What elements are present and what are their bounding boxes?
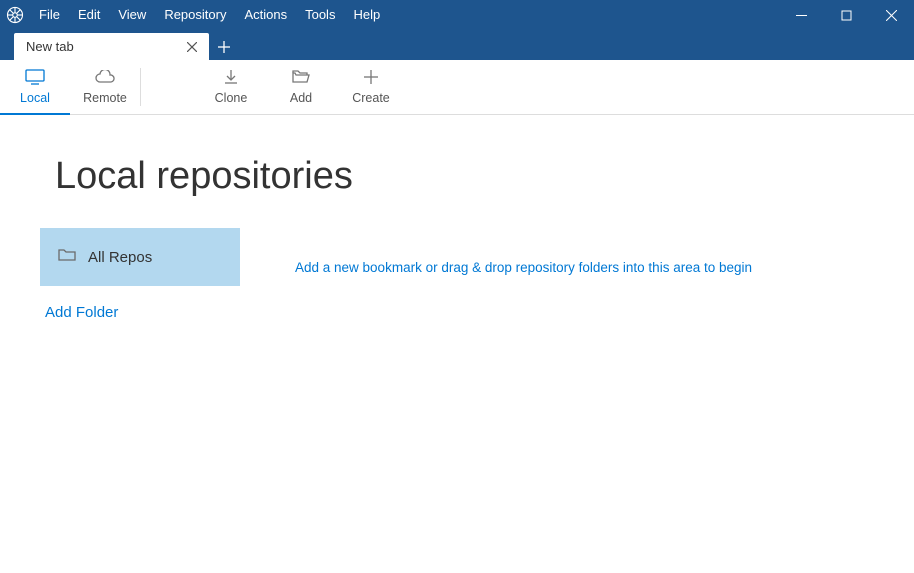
tab-label: New tab xyxy=(26,39,183,54)
window-controls xyxy=(779,0,914,30)
download-icon xyxy=(223,68,239,86)
tab-close-icon[interactable] xyxy=(183,38,201,56)
folder-open-icon xyxy=(292,68,310,86)
app-logo-icon xyxy=(0,0,30,30)
toolbar-clone-label: Clone xyxy=(215,91,248,105)
titlebar: File Edit View Repository Actions Tools … xyxy=(0,0,914,30)
cloud-icon xyxy=(94,68,116,86)
content-row: All Repos Add Folder Add a new bookmark … xyxy=(55,228,859,339)
menu-tools[interactable]: Tools xyxy=(296,0,344,30)
sidebar-item-all-repos[interactable]: All Repos xyxy=(40,228,240,286)
empty-hint: Add a new bookmark or drag & drop reposi… xyxy=(295,228,752,275)
toolbar-local-label: Local xyxy=(20,91,50,105)
maximize-button[interactable] xyxy=(824,0,869,30)
repo-sidebar: All Repos Add Folder xyxy=(40,228,240,339)
toolbar-remote-label: Remote xyxy=(83,91,127,105)
all-repos-label: All Repos xyxy=(88,249,152,266)
close-button[interactable] xyxy=(869,0,914,30)
menu-edit[interactable]: Edit xyxy=(69,0,109,30)
toolbar: Local Remote Clone Add xyxy=(0,60,914,115)
folder-icon xyxy=(58,248,76,266)
minimize-button[interactable] xyxy=(779,0,824,30)
menubar: File Edit View Repository Actions Tools … xyxy=(30,0,389,30)
tab-new[interactable]: New tab xyxy=(14,33,209,60)
main-content: Local repositories All Repos Add Folder … xyxy=(0,115,914,379)
new-tab-button[interactable] xyxy=(209,33,239,60)
toolbar-add-label: Add xyxy=(290,91,312,105)
plus-icon xyxy=(364,68,378,86)
toolbar-remote-button[interactable]: Remote xyxy=(70,60,140,115)
monitor-icon xyxy=(25,68,45,86)
menu-view[interactable]: View xyxy=(109,0,155,30)
toolbar-create-button[interactable]: Create xyxy=(336,60,406,115)
toolbar-clone-button[interactable]: Clone xyxy=(196,60,266,115)
menu-help[interactable]: Help xyxy=(344,0,389,30)
toolbar-local-button[interactable]: Local xyxy=(0,60,70,115)
menu-repository[interactable]: Repository xyxy=(155,0,235,30)
toolbar-add-button[interactable]: Add xyxy=(266,60,336,115)
add-folder-link[interactable]: Add Folder xyxy=(40,286,240,339)
menu-actions[interactable]: Actions xyxy=(235,0,296,30)
toolbar-create-label: Create xyxy=(352,91,390,105)
page-title: Local repositories xyxy=(55,155,859,198)
menu-file[interactable]: File xyxy=(30,0,69,30)
tabbar: New tab xyxy=(0,30,914,60)
